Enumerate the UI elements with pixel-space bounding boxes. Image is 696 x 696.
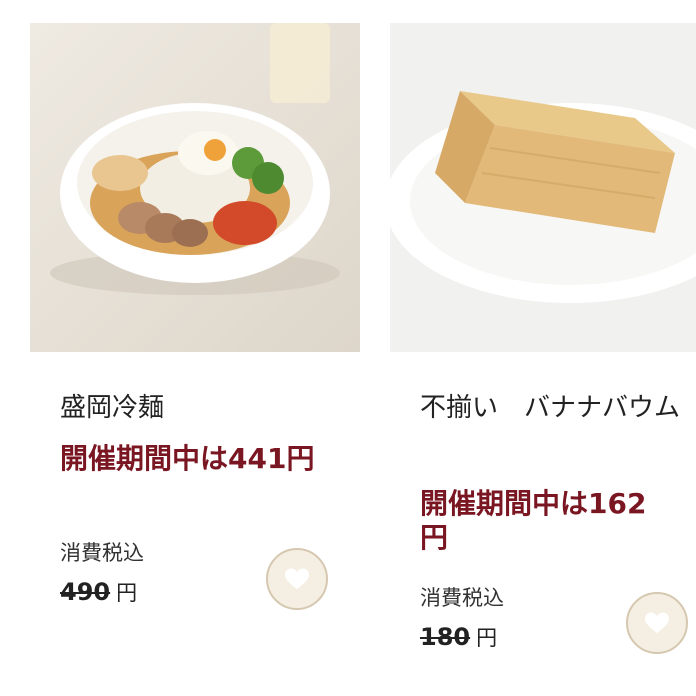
currency-unit: 円: [476, 626, 498, 650]
tax-label: 消費税込: [60, 541, 144, 565]
product-card[interactable]: 盛岡冷麺 開催期間中は441円 消費税込 490 円: [0, 0, 360, 696]
product-card[interactable]: 不揃い バナナバウム 開催期間中は162円 消費税込 180 円: [390, 0, 696, 696]
favorite-button[interactable]: [266, 548, 328, 610]
original-price-value: 180: [420, 623, 471, 651]
heart-icon: [285, 568, 309, 589]
currency-unit: 円: [116, 581, 138, 605]
product-name[interactable]: 盛岡冷麺: [60, 386, 350, 430]
product-name[interactable]: 不揃い バナナバウム: [420, 386, 690, 430]
product-image[interactable]: [30, 23, 360, 352]
original-price-value: 490: [60, 578, 111, 606]
heart-icon: [645, 612, 669, 633]
original-price: 180 円: [420, 622, 497, 652]
favorite-button[interactable]: [626, 592, 688, 654]
sale-price: 開催期間中は162円: [420, 487, 647, 554]
tax-label: 消費税込: [420, 586, 504, 610]
sale-price: 開催期間中は441円: [60, 442, 315, 475]
original-price: 490 円: [60, 577, 137, 607]
product-image[interactable]: [390, 23, 696, 352]
